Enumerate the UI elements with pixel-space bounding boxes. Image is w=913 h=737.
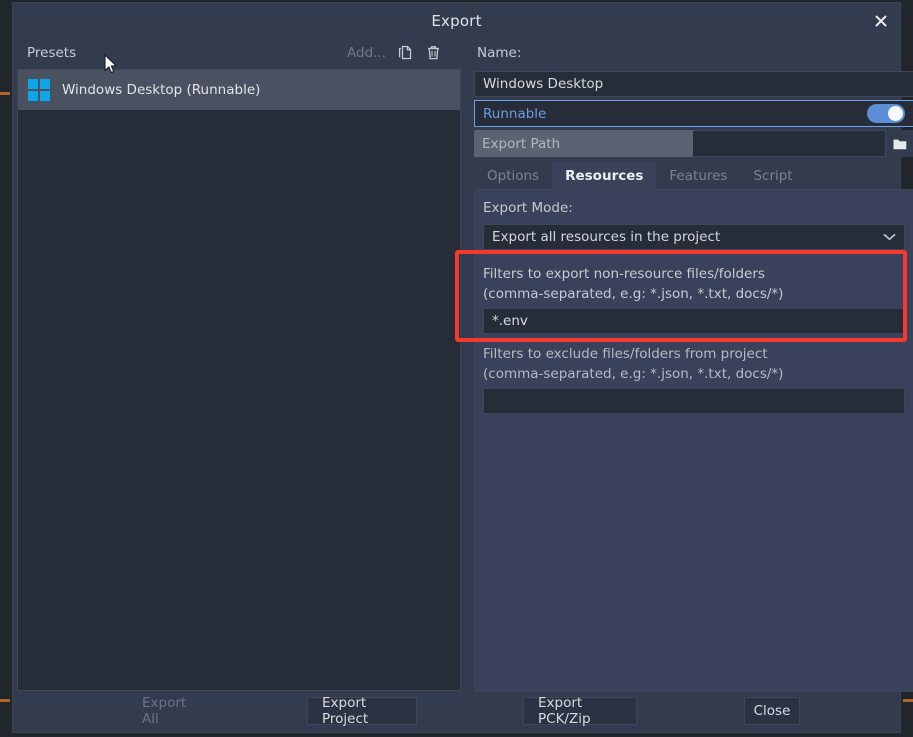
export-path-row: Export Path xyxy=(474,130,913,157)
export-mode-label: Export Mode: xyxy=(483,200,573,216)
resources-tabbar: Options Resources Features Script xyxy=(474,162,913,189)
preset-list-item[interactable]: Windows Desktop (Runnable) xyxy=(18,70,460,110)
presets-header-label: Presets xyxy=(27,45,77,61)
export-project-button[interactable]: Export Project xyxy=(307,695,417,727)
dialog-title: Export xyxy=(431,12,482,30)
duplicate-icon[interactable] xyxy=(396,44,414,62)
dialog-titlebar: Export xyxy=(13,3,900,39)
backdrop-edge-mark-left-bottom xyxy=(0,699,10,702)
tab-features[interactable]: Features xyxy=(656,162,740,189)
runnable-checkbox-row[interactable]: Runnable xyxy=(474,100,913,127)
export-path-label: Export Path xyxy=(474,130,693,157)
export-pck-zip-button[interactable]: Export PCK/Zip xyxy=(523,695,637,727)
include-filter-label-line2: (comma-separated, e.g: *.json, *.txt, do… xyxy=(483,286,784,302)
backdrop-edge-mark-left-top xyxy=(0,92,10,95)
include-filter-label-line1: Filters to export non-resource files/fol… xyxy=(483,266,765,282)
add-preset-button[interactable]: Add... xyxy=(347,45,386,61)
presets-toolbar: Add... xyxy=(347,44,442,62)
export-all-button[interactable]: Export All xyxy=(127,695,207,727)
backdrop-edge-mark-right-bottom xyxy=(903,699,913,702)
close-button[interactable]: Close xyxy=(744,697,800,725)
export-path-input[interactable] xyxy=(693,130,886,157)
runnable-toggle[interactable] xyxy=(867,104,905,123)
windows-logo-icon xyxy=(28,79,50,101)
runnable-label: Runnable xyxy=(483,105,547,122)
dialog-button-bar: Export All Export Project Export PCK/Zip… xyxy=(13,695,900,733)
close-icon[interactable] xyxy=(870,10,892,32)
resources-tab-panel: Export Mode: Export all resources in the… xyxy=(474,189,913,692)
tab-options[interactable]: Options xyxy=(474,162,552,189)
exclude-filter-input[interactable] xyxy=(483,388,905,414)
tab-resources[interactable]: Resources xyxy=(552,162,657,189)
trash-icon[interactable] xyxy=(424,44,442,62)
exclude-filter-label-line2: (comma-separated, e.g: *.json, *.txt, do… xyxy=(483,366,784,382)
export-mode-value: Export all resources in the project xyxy=(492,229,721,245)
folder-icon[interactable] xyxy=(886,130,913,157)
chevron-down-icon xyxy=(883,229,896,245)
name-input[interactable]: Windows Desktop xyxy=(474,71,913,97)
include-filter-input[interactable]: *.env xyxy=(483,308,905,334)
exclude-filter-label-line1: Filters to exclude files/folders from pr… xyxy=(483,346,768,362)
presets-list[interactable]: Windows Desktop (Runnable) xyxy=(17,69,461,691)
name-field-label: Name: xyxy=(477,45,522,61)
export-mode-select[interactable]: Export all resources in the project xyxy=(483,224,905,250)
exclude-filter-group: Filters to exclude files/folders from pr… xyxy=(483,344,905,414)
export-dialog: Export Presets Add... Windows Desktop (R… xyxy=(12,2,913,733)
tab-script[interactable]: Script xyxy=(740,162,805,189)
include-filter-group: Filters to export non-resource files/fol… xyxy=(483,264,905,334)
preset-item-label: Windows Desktop (Runnable) xyxy=(62,82,261,98)
